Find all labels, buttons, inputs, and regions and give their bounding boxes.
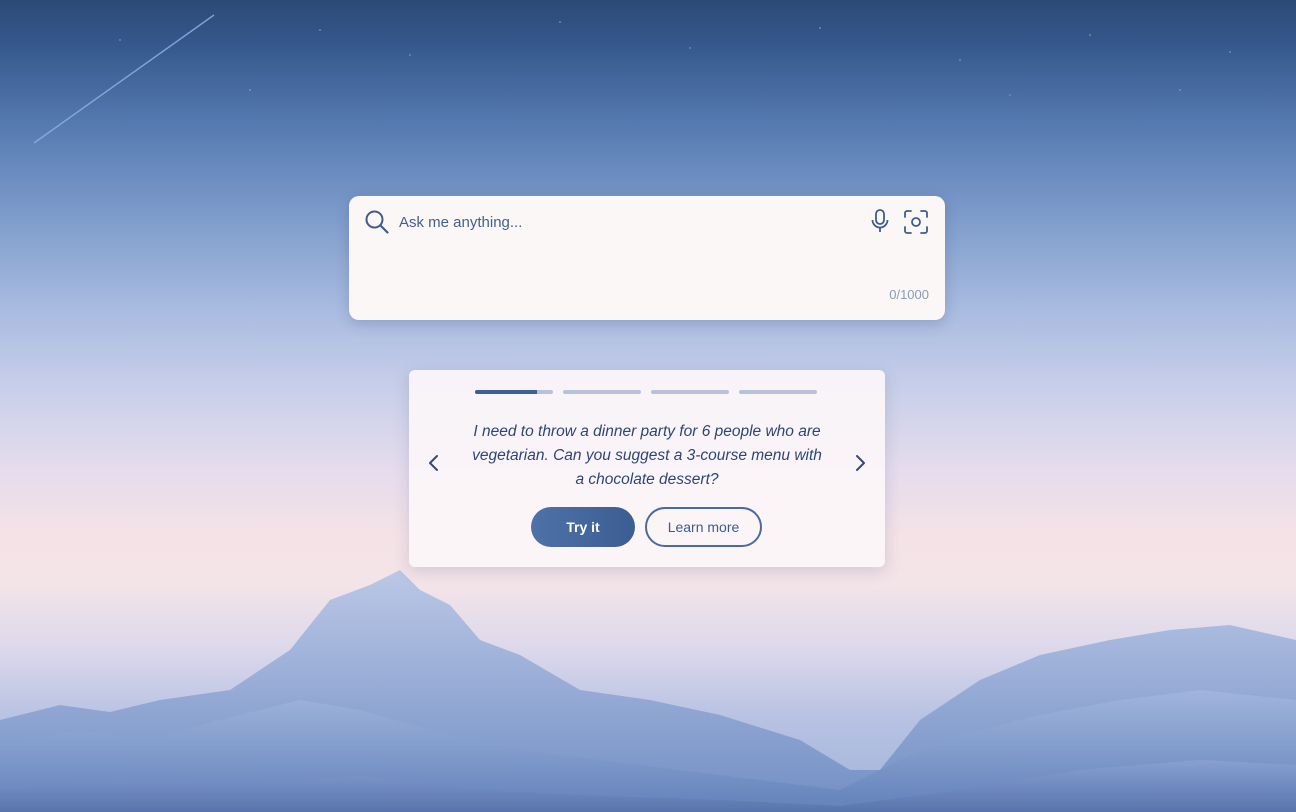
progress-segment-3	[651, 390, 729, 394]
search-box: 0/1000	[349, 196, 945, 320]
slide-progress	[475, 390, 817, 394]
suggested-prompt: I need to throw a dinner party for 6 peo…	[472, 423, 822, 488]
search-icon[interactable]	[364, 209, 390, 235]
progress-segment-4	[739, 390, 817, 394]
progress-segment-1	[475, 390, 553, 394]
chevron-left-icon[interactable]	[423, 452, 445, 474]
learn-more-button[interactable]: Learn more	[645, 507, 762, 547]
chevron-right-icon[interactable]	[849, 452, 871, 474]
visual-search-icon[interactable]	[903, 209, 929, 235]
suggestion-card: I need to throw a dinner party for 6 peo…	[409, 370, 885, 567]
search-input[interactable]	[397, 208, 861, 236]
progress-fill	[475, 390, 538, 394]
character-counter: 0/1000	[889, 287, 929, 302]
progress-segment-2	[563, 390, 641, 394]
microphone-icon[interactable]	[869, 208, 891, 234]
try-it-button[interactable]: Try it	[531, 507, 635, 547]
